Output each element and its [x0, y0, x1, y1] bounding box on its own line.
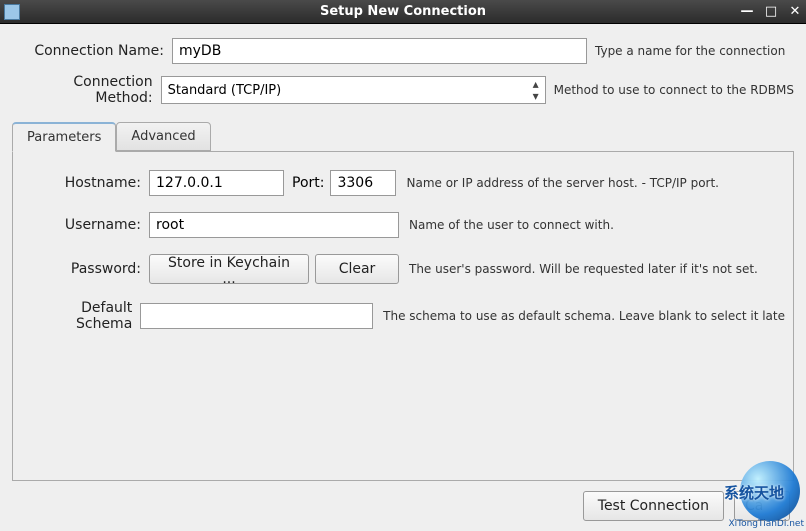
hostname-input[interactable]	[149, 170, 284, 196]
password-row: Password: Store in Keychain ... Clear Th…	[21, 254, 785, 284]
tabs-header: Parameters Advanced	[12, 122, 794, 151]
schema-row: Default Schema The schema to use as defa…	[21, 300, 785, 332]
close-button[interactable]: ✕	[788, 5, 802, 18]
schema-input[interactable]	[140, 303, 373, 329]
password-label: Password:	[21, 261, 149, 277]
cancel-button[interactable]: Ca	[734, 491, 790, 521]
hostname-desc: Name or IP address of the server host. -…	[406, 176, 719, 190]
window-controls: — □ ✕	[740, 5, 802, 18]
connection-name-input[interactable]	[172, 38, 587, 64]
password-desc: The user's password. Will be requested l…	[409, 262, 758, 276]
hostname-label: Hostname:	[21, 175, 149, 191]
connection-method-hint: Method to use to connect to the RDBMS	[554, 83, 794, 97]
maximize-button[interactable]: □	[764, 5, 778, 18]
tab-parameters[interactable]: Parameters	[12, 122, 116, 152]
port-label: Port:	[292, 175, 324, 191]
username-row: Username: Name of the user to connect wi…	[21, 212, 785, 238]
schema-label: Default Schema	[21, 300, 140, 332]
port-input[interactable]	[330, 170, 396, 196]
username-input[interactable]	[149, 212, 399, 238]
schema-desc: The schema to use as default schema. Lea…	[383, 309, 785, 323]
connection-method-row: Connection Method: Standard (TCP/IP) ▴▾ …	[12, 74, 794, 106]
bottom-button-bar: Test Connection Ca	[12, 491, 794, 521]
minimize-button[interactable]: —	[740, 5, 754, 18]
test-connection-button[interactable]: Test Connection	[583, 491, 724, 521]
connection-method-select[interactable]: Standard (TCP/IP) ▴▾	[161, 76, 546, 104]
tab-pane-parameters: Hostname: Port: Name or IP address of th…	[12, 151, 794, 481]
connection-name-label: Connection Name:	[12, 43, 172, 59]
chevron-updown-icon: ▴▾	[533, 78, 539, 102]
connection-name-hint: Type a name for the connection	[595, 44, 785, 58]
window-title: Setup New Connection	[0, 4, 806, 19]
title-bar: Setup New Connection — □ ✕	[0, 0, 806, 24]
clear-password-button[interactable]: Clear	[315, 254, 399, 284]
app-icon	[4, 4, 20, 20]
username-desc: Name of the user to connect with.	[409, 218, 614, 232]
connection-method-value: Standard (TCP/IP)	[168, 83, 282, 98]
username-label: Username:	[21, 217, 149, 233]
hostname-row: Hostname: Port: Name or IP address of th…	[21, 170, 785, 196]
tabs-container: Parameters Advanced Hostname: Port: Name…	[12, 122, 794, 481]
connection-name-row: Connection Name: Type a name for the con…	[12, 38, 794, 64]
tab-advanced[interactable]: Advanced	[116, 122, 210, 151]
connection-method-label: Connection Method:	[12, 74, 161, 106]
store-keychain-button[interactable]: Store in Keychain ...	[149, 254, 309, 284]
window-body: Connection Name: Type a name for the con…	[0, 24, 806, 531]
